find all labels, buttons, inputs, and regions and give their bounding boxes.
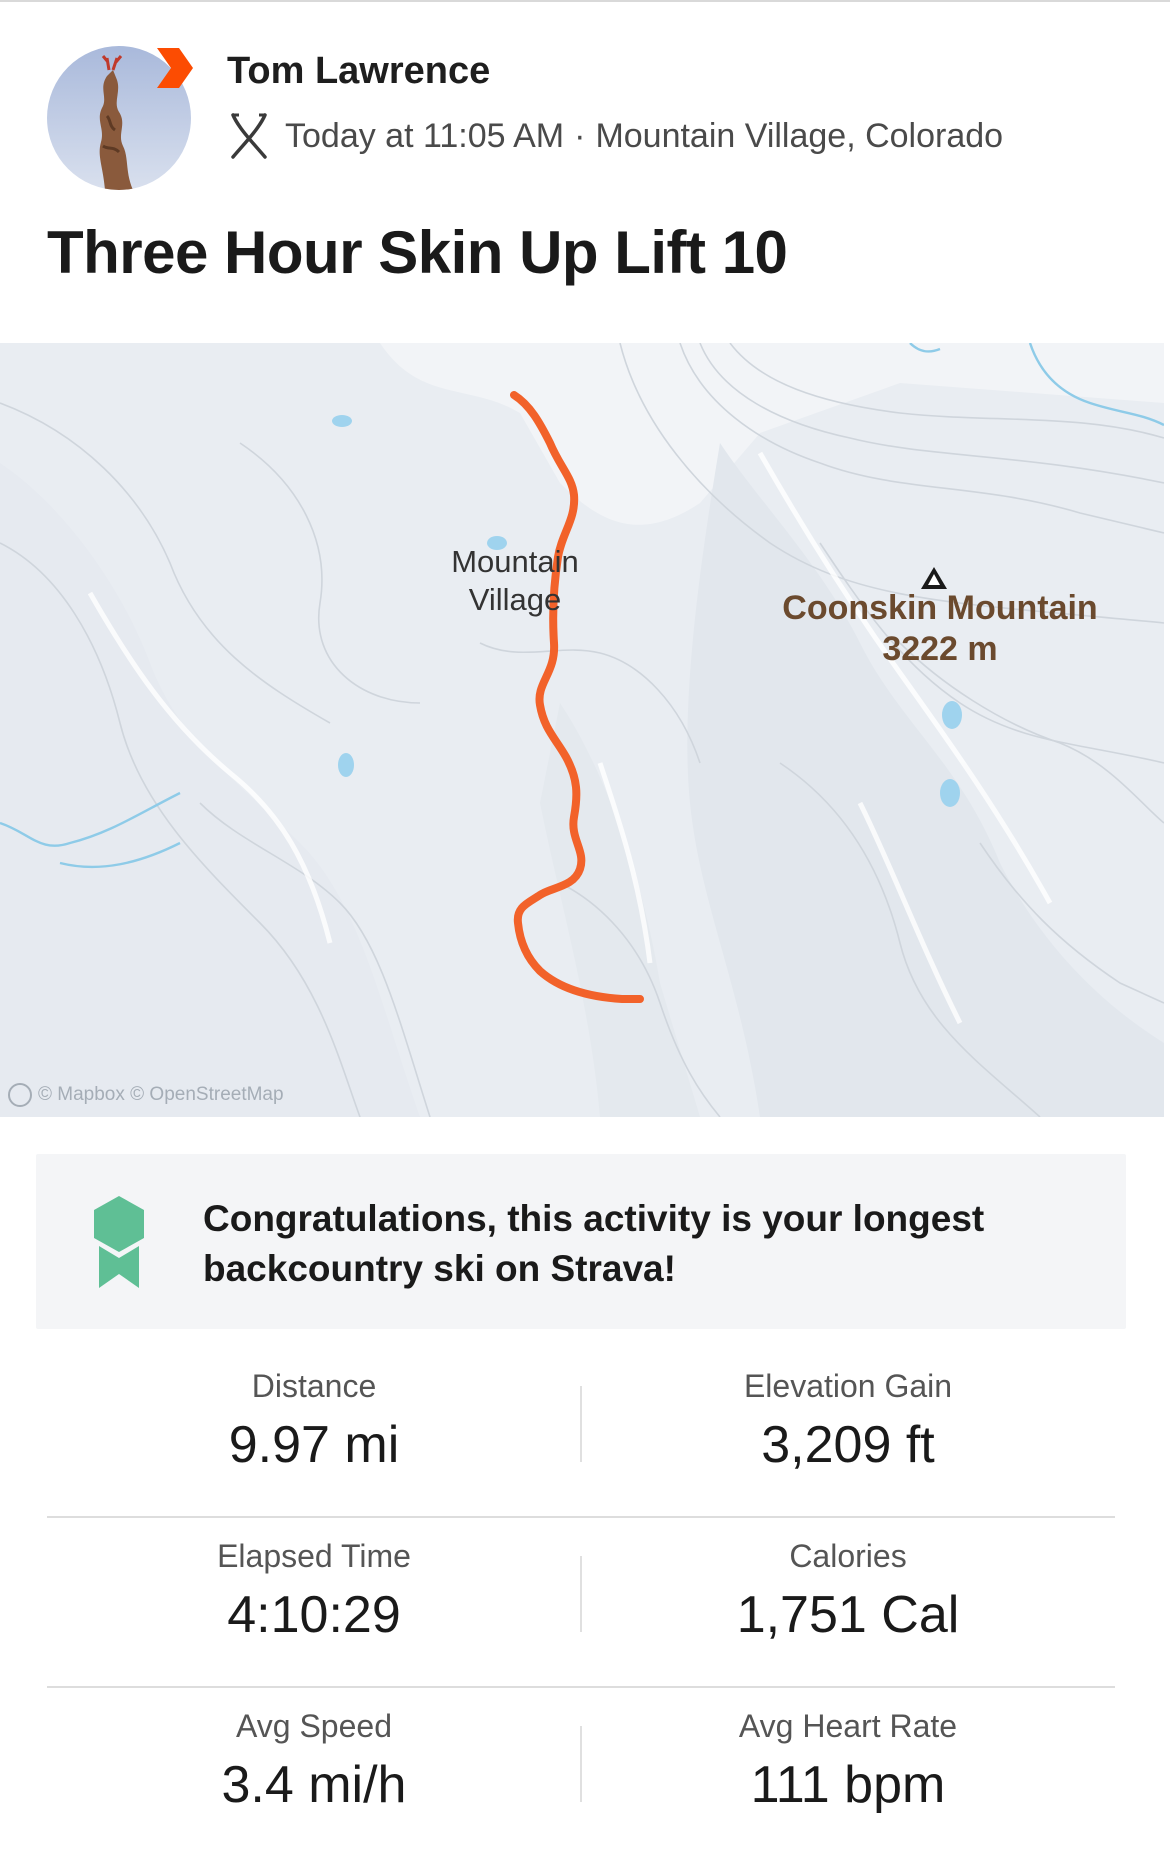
stat-calories: Calories 1,751 Cal bbox=[581, 1518, 1115, 1645]
meta-separator: · bbox=[574, 116, 586, 155]
stat-value: 3.4 mi/h bbox=[221, 1756, 407, 1814]
athlete-avatar-container[interactable] bbox=[47, 46, 193, 190]
achievement-banner[interactable]: Congratulations, this activity is your l… bbox=[36, 1154, 1126, 1329]
stat-avg-speed: Avg Speed 3.4 mi/h bbox=[47, 1688, 581, 1815]
activity-stats: Distance 9.97 mi Elevation Gain 3,209 ft… bbox=[47, 1348, 1115, 1856]
stat-elapsed-time: Elapsed Time 4:10:29 bbox=[47, 1518, 581, 1645]
activity-title[interactable]: Three Hour Skin Up Lift 10 bbox=[47, 218, 788, 287]
activity-timestamp: Today at 11:05 AM bbox=[285, 116, 565, 155]
award-ribbon-icon bbox=[94, 1196, 144, 1288]
peak-name: Coonskin Mountain bbox=[782, 589, 1098, 627]
stat-label: Elapsed Time bbox=[217, 1538, 411, 1574]
athlete-name[interactable]: Tom Lawrence bbox=[227, 50, 490, 93]
stats-row-2: Elapsed Time 4:10:29 Calories 1,751 Cal bbox=[47, 1518, 1115, 1688]
activity-location: Mountain Village, Colorado bbox=[595, 116, 1004, 155]
map-label-peak: Coonskin Mountain 3222 m bbox=[760, 588, 1120, 671]
stat-elevation-gain: Elevation Gain 3,209 ft bbox=[581, 1348, 1115, 1475]
attribution-text: © Mapbox © OpenStreetMap bbox=[38, 1084, 284, 1105]
achievement-text: Congratulations, this activity is your l… bbox=[203, 1198, 985, 1290]
stat-label: Avg Speed bbox=[236, 1708, 392, 1744]
map-attribution[interactable]: © Mapbox © OpenStreetMap bbox=[8, 1083, 284, 1107]
top-divider bbox=[0, 0, 1170, 2]
village-label-line2: Village bbox=[468, 581, 562, 617]
activity-meta: Today at 11:05 AM · Mountain Village, Co… bbox=[227, 110, 1003, 162]
stat-value: 1,751 Cal bbox=[736, 1586, 960, 1644]
stat-value: 4:10:29 bbox=[227, 1586, 401, 1644]
route-map[interactable]: Mountain Village Coonskin Mountain 3222 … bbox=[0, 343, 1164, 1117]
village-label-line1: Mountain bbox=[451, 544, 579, 579]
stat-distance: Distance 9.97 mi bbox=[47, 1348, 581, 1475]
stat-value: 111 bpm bbox=[750, 1756, 946, 1814]
stat-label: Elevation Gain bbox=[743, 1368, 953, 1404]
stats-row-1: Distance 9.97 mi Elevation Gain 3,209 ft bbox=[47, 1348, 1115, 1518]
backcountry-ski-icon bbox=[231, 113, 267, 159]
stat-avg-heart-rate: Avg Heart Rate 111 bpm bbox=[581, 1688, 1115, 1815]
stat-value: 9.97 mi bbox=[228, 1416, 400, 1474]
stat-label: Avg Heart Rate bbox=[738, 1708, 958, 1744]
stat-label: Distance bbox=[251, 1368, 377, 1404]
subscriber-chevron-icon bbox=[157, 48, 193, 88]
map-terrain bbox=[0, 343, 1164, 1117]
stat-value: 3,209 ft bbox=[761, 1416, 935, 1474]
map-label-mountain-village: Mountain Village bbox=[430, 543, 600, 619]
stats-row-3: Avg Speed 3.4 mi/h Avg Heart Rate 111 bp… bbox=[47, 1688, 1115, 1856]
mapbox-logo-icon bbox=[8, 1083, 32, 1107]
peak-elevation: 3222 m bbox=[882, 630, 998, 669]
stat-label: Calories bbox=[789, 1538, 907, 1574]
